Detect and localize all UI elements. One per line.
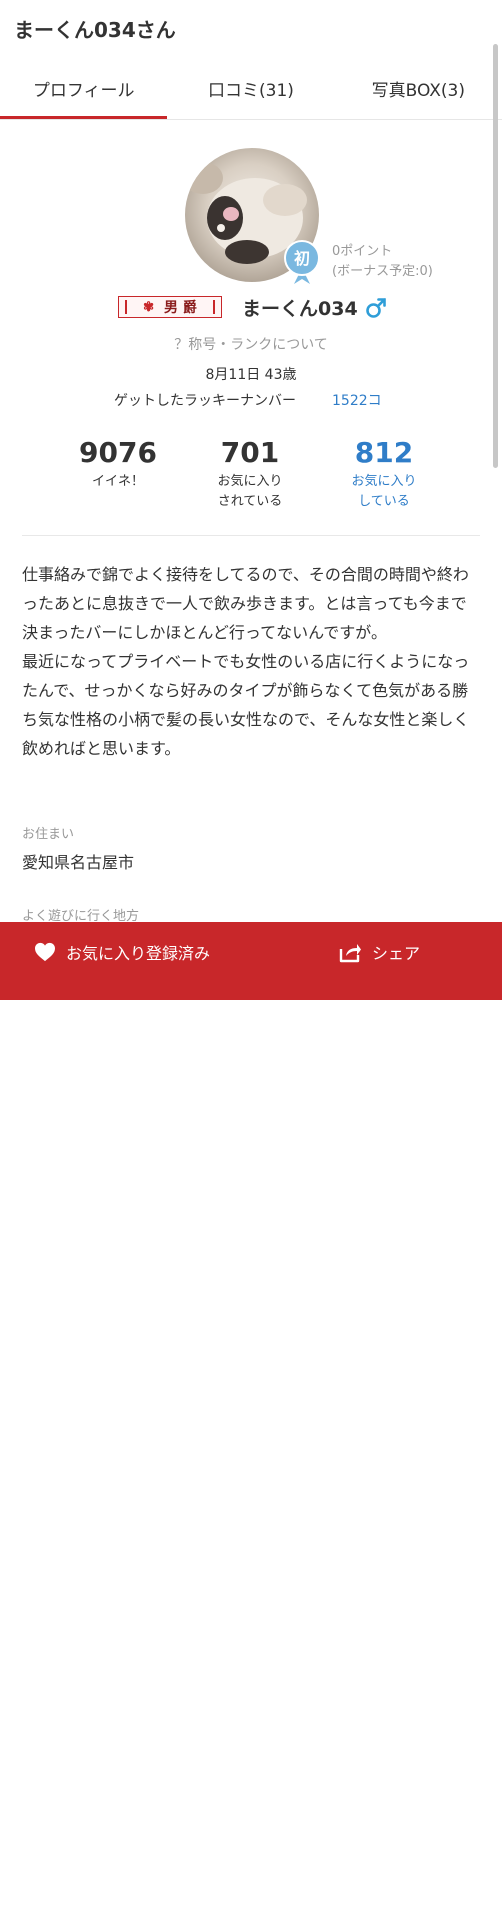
stat-favorited-by-value: 701 <box>220 436 280 469</box>
points-value: 0ポイント <box>332 244 393 259</box>
stat-favorited-by: 701 お気に入り されている <box>180 436 320 512</box>
username: まーくん034 <box>242 298 358 320</box>
points-info: 0ポイント (ボーナス予定:0) <box>332 242 433 282</box>
tab-profile[interactable]: プロフィール <box>0 56 168 120</box>
share-button-label: シェア <box>372 944 421 963</box>
favorite-button[interactable]: お気に入り登録済み <box>34 922 210 982</box>
heart-icon <box>35 942 55 962</box>
stat-likes-value: 9076 <box>79 436 157 469</box>
stats: 9076 イイネ！ 701 お気に入り されている 812 お気に入り している <box>0 436 502 516</box>
rank-title: 男 爵 <box>164 300 197 316</box>
rank-badge-bar-left <box>125 300 127 314</box>
rank-help-link[interactable]: ？称号・ランクについて <box>0 334 502 354</box>
stat-likes-label: イイネ！ <box>91 474 144 489</box>
favorite-button-label: お気に入り登録済み <box>66 944 211 963</box>
stat-favoriting[interactable]: 812 お気に入り している <box>314 436 454 512</box>
header: まーくん034さん <box>0 0 502 56</box>
stat-favorited-by-label: お気に入り されている <box>217 474 283 509</box>
bonus-points: (ボーナス予定:0) <box>332 264 433 279</box>
male-icon <box>366 298 386 318</box>
page-title: まーくん034さん <box>14 18 176 42</box>
tab-divider <box>0 119 502 120</box>
lucky-number-label: ゲットしたラッキーナンバー <box>114 393 296 409</box>
scrollbar[interactable] <box>493 44 498 468</box>
birthday-age: 8月11日 43歳 <box>205 367 297 383</box>
badge-label: 初 <box>294 249 310 268</box>
tab-bar: プロフィール 口コミ(31) 写真BOX(3) <box>0 56 502 120</box>
tab-reviews[interactable]: 口コミ(31) <box>167 56 334 120</box>
tab-photo-box[interactable]: 写真BOX(3) <box>335 56 502 120</box>
stat-favoriting-label: お気に入り している <box>351 474 417 509</box>
home-indicator[interactable] <box>160 1907 342 1912</box>
residence-value: 愛知県名古屋市 <box>22 853 135 872</box>
share-button[interactable]: シェア <box>338 922 420 982</box>
stat-favoriting-value: 812 <box>354 436 414 469</box>
residence-label: お住まい <box>22 827 75 842</box>
bottom-action-bar: お気に入り登録済み シェア <box>0 922 502 1912</box>
share-icon <box>339 944 361 963</box>
section-divider <box>22 535 480 536</box>
lucky-number-value[interactable]: 1522コ <box>332 390 382 410</box>
bio-text: 仕事絡みで錦でよく接待をしてるので、その合間の時間や終わったあとに息抜きで一人で… <box>22 565 470 758</box>
rank-title-badge[interactable]: ✾ 男 爵 <box>118 296 222 318</box>
stat-likes: 9076 イイネ！ <box>48 436 188 492</box>
rank-badge-bar-right <box>213 300 215 314</box>
beginner-badge: 初 <box>284 240 320 284</box>
rank-emblem-icon: ✾ <box>143 299 155 315</box>
rank-row: ✾ 男 爵 まーくん034 <box>0 294 502 326</box>
